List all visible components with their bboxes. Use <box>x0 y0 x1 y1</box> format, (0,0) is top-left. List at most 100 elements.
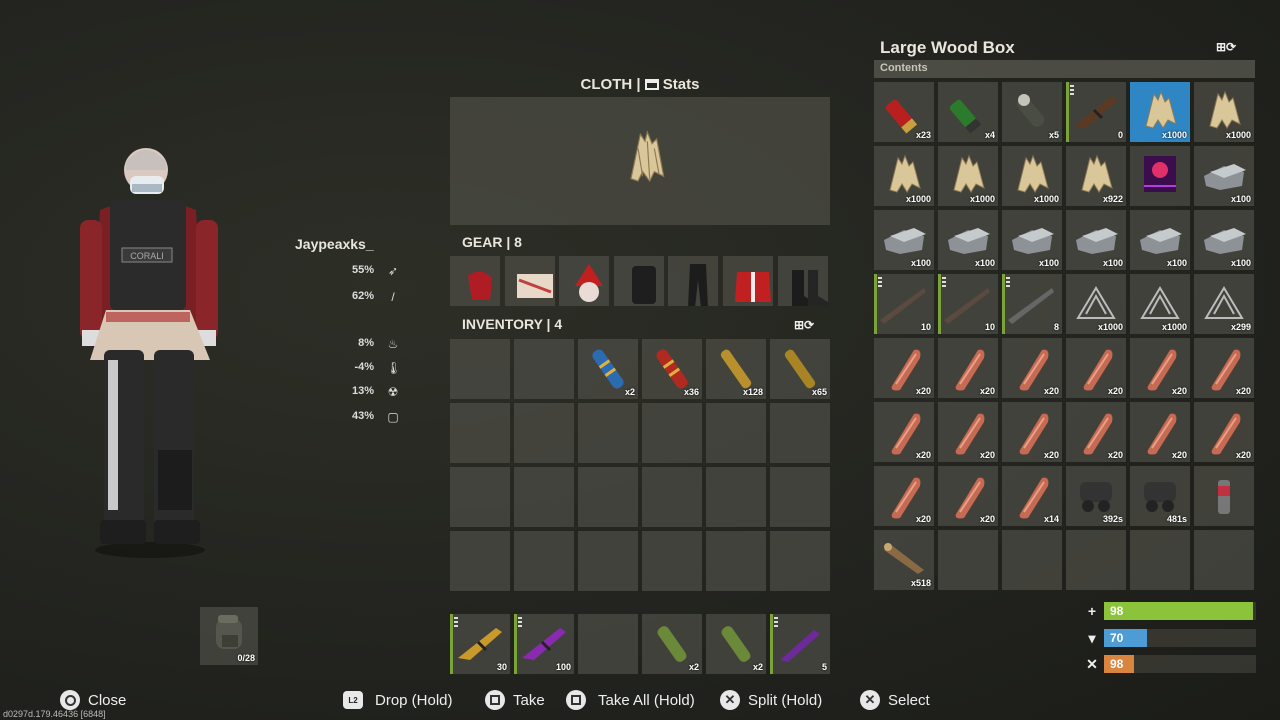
container-slot[interactable]: x20 <box>938 402 998 462</box>
container-slot[interactable]: x20 <box>874 466 934 526</box>
gear-slot[interactable] <box>614 256 664 306</box>
container-slot[interactable]: x20 <box>874 338 934 398</box>
container-slot[interactable]: x20 <box>1194 402 1254 462</box>
container-slot[interactable]: x299 <box>1194 274 1254 334</box>
gear-slot[interactable] <box>723 256 773 306</box>
container-slot[interactable]: x1000 <box>874 146 934 206</box>
item-quantity: x100 <box>1038 258 1059 268</box>
gear-slot[interactable] <box>559 256 609 306</box>
container-slot[interactable]: x1000 <box>1002 146 1062 206</box>
belt-slot[interactable]: x2 <box>706 614 766 674</box>
container-slot[interactable] <box>938 530 998 590</box>
container-slot[interactable]: 10 <box>938 274 998 334</box>
inventory-slot[interactable] <box>514 467 574 527</box>
container-slot[interactable]: 0 <box>1066 82 1126 142</box>
inventory-slot[interactable] <box>578 403 638 463</box>
inventory-slot[interactable] <box>514 339 574 399</box>
belt-slot[interactable]: 5 <box>770 614 830 674</box>
belt-slot[interactable] <box>578 614 638 674</box>
container-slot[interactable]: x100 <box>1194 210 1254 270</box>
container-slot[interactable]: 392s <box>1066 466 1126 526</box>
gear-title: GEAR | 8 <box>462 234 522 250</box>
container-slot[interactable] <box>1130 146 1190 206</box>
container-slot[interactable]: x14 <box>1002 466 1062 526</box>
item-quantity: x20 <box>1043 450 1059 460</box>
container-slot[interactable]: x20 <box>1066 402 1126 462</box>
gear-slot[interactable] <box>778 256 828 306</box>
container-sort-icon[interactable]: ⊞⟳ <box>1216 40 1256 54</box>
container-slot[interactable]: x20 <box>1130 338 1190 398</box>
item-preview-panel <box>450 97 830 225</box>
inventory-slot[interactable] <box>770 403 830 463</box>
take-hint[interactable]: Take <box>485 688 545 712</box>
container-slot[interactable]: 481s <box>1130 466 1190 526</box>
container-slot[interactable]: x5 <box>1002 82 1062 142</box>
inventory-slot[interactable] <box>514 403 574 463</box>
container-slot[interactable]: x1000 <box>1194 82 1254 142</box>
container-slot[interactable]: x20 <box>938 466 998 526</box>
container-slot[interactable] <box>1066 530 1126 590</box>
inventory-slot[interactable] <box>642 467 702 527</box>
container-slot[interactable]: x922 <box>1066 146 1126 206</box>
inventory-sort-icon[interactable]: ⊞⟳ <box>794 318 826 332</box>
belt-slot[interactable]: 100 <box>514 614 574 674</box>
container-slot[interactable]: x100 <box>874 210 934 270</box>
inventory-slot[interactable] <box>450 467 510 527</box>
container-slot[interactable]: x23 <box>874 82 934 142</box>
container-slot[interactable]: x20 <box>938 338 998 398</box>
inventory-slot[interactable] <box>642 531 702 591</box>
container-slot[interactable]: x1000 <box>1066 274 1126 334</box>
inventory-slot[interactable] <box>706 403 766 463</box>
belt-slot[interactable]: x2 <box>642 614 702 674</box>
gear-slot[interactable] <box>668 256 718 306</box>
container-slot[interactable]: x100 <box>938 210 998 270</box>
container-slot[interactable] <box>1194 466 1254 526</box>
container-slot[interactable]: x20 <box>1130 402 1190 462</box>
take-all-hint[interactable]: Take All (Hold) <box>566 688 695 712</box>
container-slot[interactable]: x100 <box>1066 210 1126 270</box>
inventory-slot[interactable]: x65 <box>770 339 830 399</box>
container-slot[interactable]: x1000 <box>938 146 998 206</box>
inventory-slot[interactable] <box>514 531 574 591</box>
container-slot[interactable]: x1000 <box>1130 274 1190 334</box>
inventory-slot[interactable] <box>578 467 638 527</box>
inventory-slot[interactable]: x36 <box>642 339 702 399</box>
select-hint[interactable]: ✕ Select <box>860 688 930 712</box>
inventory-slot[interactable] <box>450 403 510 463</box>
container-slot[interactable]: x20 <box>1002 402 1062 462</box>
inventory-slot[interactable] <box>770 531 830 591</box>
stats-toggle-icon[interactable] <box>644 79 659 90</box>
svg-text:CORALI: CORALI <box>130 251 164 261</box>
inventory-slot[interactable] <box>706 467 766 527</box>
container-slot[interactable]: x4 <box>938 82 998 142</box>
inventory-slot[interactable] <box>450 339 510 399</box>
container-slot[interactable]: 10 <box>874 274 934 334</box>
container-slot[interactable]: x518 <box>874 530 934 590</box>
inventory-slot[interactable] <box>642 403 702 463</box>
stats-title[interactable]: Stats <box>663 76 700 93</box>
inventory-slot[interactable] <box>770 467 830 527</box>
container-slot[interactable] <box>1194 530 1254 590</box>
container-slot[interactable]: x1000 <box>1130 82 1190 142</box>
gear-slot[interactable] <box>505 256 555 306</box>
container-slot[interactable]: x20 <box>1002 338 1062 398</box>
container-slot[interactable]: x100 <box>1194 146 1254 206</box>
split-hint[interactable]: ✕ Split (Hold) <box>720 688 822 712</box>
inventory-slot[interactable] <box>578 531 638 591</box>
gear-slot[interactable] <box>450 256 500 306</box>
container-slot[interactable]: x20 <box>1066 338 1126 398</box>
container-slot[interactable] <box>1130 530 1190 590</box>
inventory-slot[interactable] <box>450 531 510 591</box>
container-slot[interactable]: x20 <box>874 402 934 462</box>
drop-hint[interactable]: L2 Drop (Hold) <box>343 688 453 712</box>
inventory-slot[interactable]: x128 <box>706 339 766 399</box>
backpack-slot[interactable]: 0/28 <box>200 607 258 665</box>
inventory-slot[interactable] <box>706 531 766 591</box>
container-slot[interactable]: x100 <box>1130 210 1190 270</box>
container-slot[interactable]: x100 <box>1002 210 1062 270</box>
container-slot[interactable]: 8 <box>1002 274 1062 334</box>
inventory-slot[interactable]: x2 <box>578 339 638 399</box>
container-slot[interactable] <box>1002 530 1062 590</box>
container-slot[interactable]: x20 <box>1194 338 1254 398</box>
belt-slot[interactable]: 30 <box>450 614 510 674</box>
